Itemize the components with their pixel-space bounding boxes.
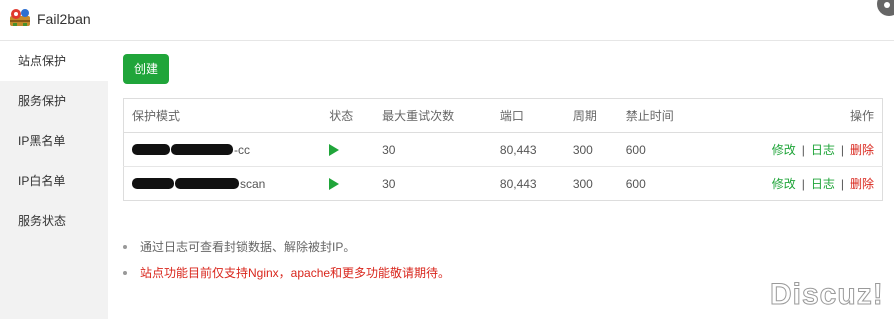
period-cell: 300: [572, 142, 593, 157]
sidebar-item-ip-whitelist[interactable]: IP白名单: [0, 161, 108, 201]
ban-time-cell: 600: [617, 166, 748, 201]
create-button[interactable]: 创建: [123, 54, 169, 84]
sidebar-item-service-protection[interactable]: 服务保护: [0, 81, 108, 121]
mode-cell: scan: [123, 166, 322, 201]
sidebar-item-ip-blacklist[interactable]: IP黑名单: [0, 121, 108, 161]
play-icon[interactable]: [329, 144, 340, 157]
sidebar-item-site-protection[interactable]: 站点保护: [0, 41, 108, 81]
note-item-warning: 站点功能目前仅支持Nginx，apache和更多功能敬请期待。: [123, 260, 450, 286]
mode-cell: -cc: [124, 133, 322, 167]
app-title: Fail2ban: [37, 11, 91, 27]
play-icon[interactable]: [329, 178, 340, 191]
column-header-max-retry: 最大重试次数: [374, 98, 492, 133]
column-header-status: 状态: [321, 98, 375, 133]
mode-name-suffix: scan: [240, 176, 266, 191]
fail2ban-logo-icon: [9, 8, 31, 27]
notes-list: 通过日志可查看封锁数据、解除被封IP。 站点功能目前仅支持Nginx，apach…: [123, 234, 450, 286]
table-row: -cc 30 80,443 300 600 修改 | 日志 | 删除: [124, 133, 883, 167]
status-cell: [321, 133, 374, 167]
action-separator: |: [840, 177, 844, 191]
note-item: 通过日志可查看封锁数据、解除被封IP。: [123, 234, 450, 260]
max-retry-cell: 30: [374, 166, 492, 201]
close-icon[interactable]: [877, 0, 894, 16]
table-row: scan 30 80,443 300 600 修改 | 日志 | 删除: [123, 166, 883, 201]
redacted-block: [171, 144, 233, 156]
period-cell: 300: [564, 166, 618, 201]
sidebar-item-service-status[interactable]: 服务状态: [0, 201, 108, 241]
mode-name-suffix: -cc: [234, 142, 250, 157]
actions-cell: 修改 | 日志 | 删除: [747, 166, 883, 201]
action-separator: |: [801, 177, 805, 191]
edit-link[interactable]: 修改: [772, 177, 796, 191]
discuz-watermark: Discuz!: [770, 278, 884, 312]
title-bar: Fail2ban: [0, 0, 894, 41]
redacted-block: [175, 178, 239, 190]
redacted-block: [132, 144, 170, 156]
ban-time-cell: 600: [625, 142, 646, 157]
action-separator: |: [801, 143, 805, 157]
actions-cell: 修改 | 日志 | 删除: [748, 133, 883, 167]
max-retry-cell: 30: [382, 142, 396, 157]
edit-link[interactable]: 修改: [772, 143, 796, 157]
column-header-period: 周期: [564, 98, 618, 133]
column-header-ban-time: 禁止时间: [617, 98, 748, 133]
redacted-block: [132, 178, 174, 190]
delete-link[interactable]: 删除: [850, 143, 874, 157]
column-header-mode: 保护模式: [123, 98, 322, 133]
status-cell: [321, 166, 375, 201]
action-separator: |: [840, 143, 844, 157]
fail2ban-window: Fail2ban 站点保护 服务保护 IP黑名单 IP白名单 服务状态 创建 保…: [0, 0, 894, 319]
table-header-row: 保护模式 状态 最大重试次数 端口 周期 禁止时间 操作: [123, 98, 883, 133]
log-link[interactable]: 日志: [811, 177, 835, 191]
sidebar: 站点保护 服务保护 IP黑名单 IP白名单 服务状态: [0, 41, 108, 319]
log-link[interactable]: 日志: [811, 143, 835, 157]
column-header-actions: 操作: [747, 98, 883, 133]
delete-link[interactable]: 删除: [850, 177, 874, 191]
column-header-port: 端口: [491, 98, 565, 133]
protection-table: 保护模式 状态 最大重试次数 端口 周期 禁止时间 操作 -cc 30 80,4…: [123, 98, 883, 201]
port-cell: 80,443: [499, 142, 537, 157]
port-cell: 80,443: [491, 166, 565, 201]
